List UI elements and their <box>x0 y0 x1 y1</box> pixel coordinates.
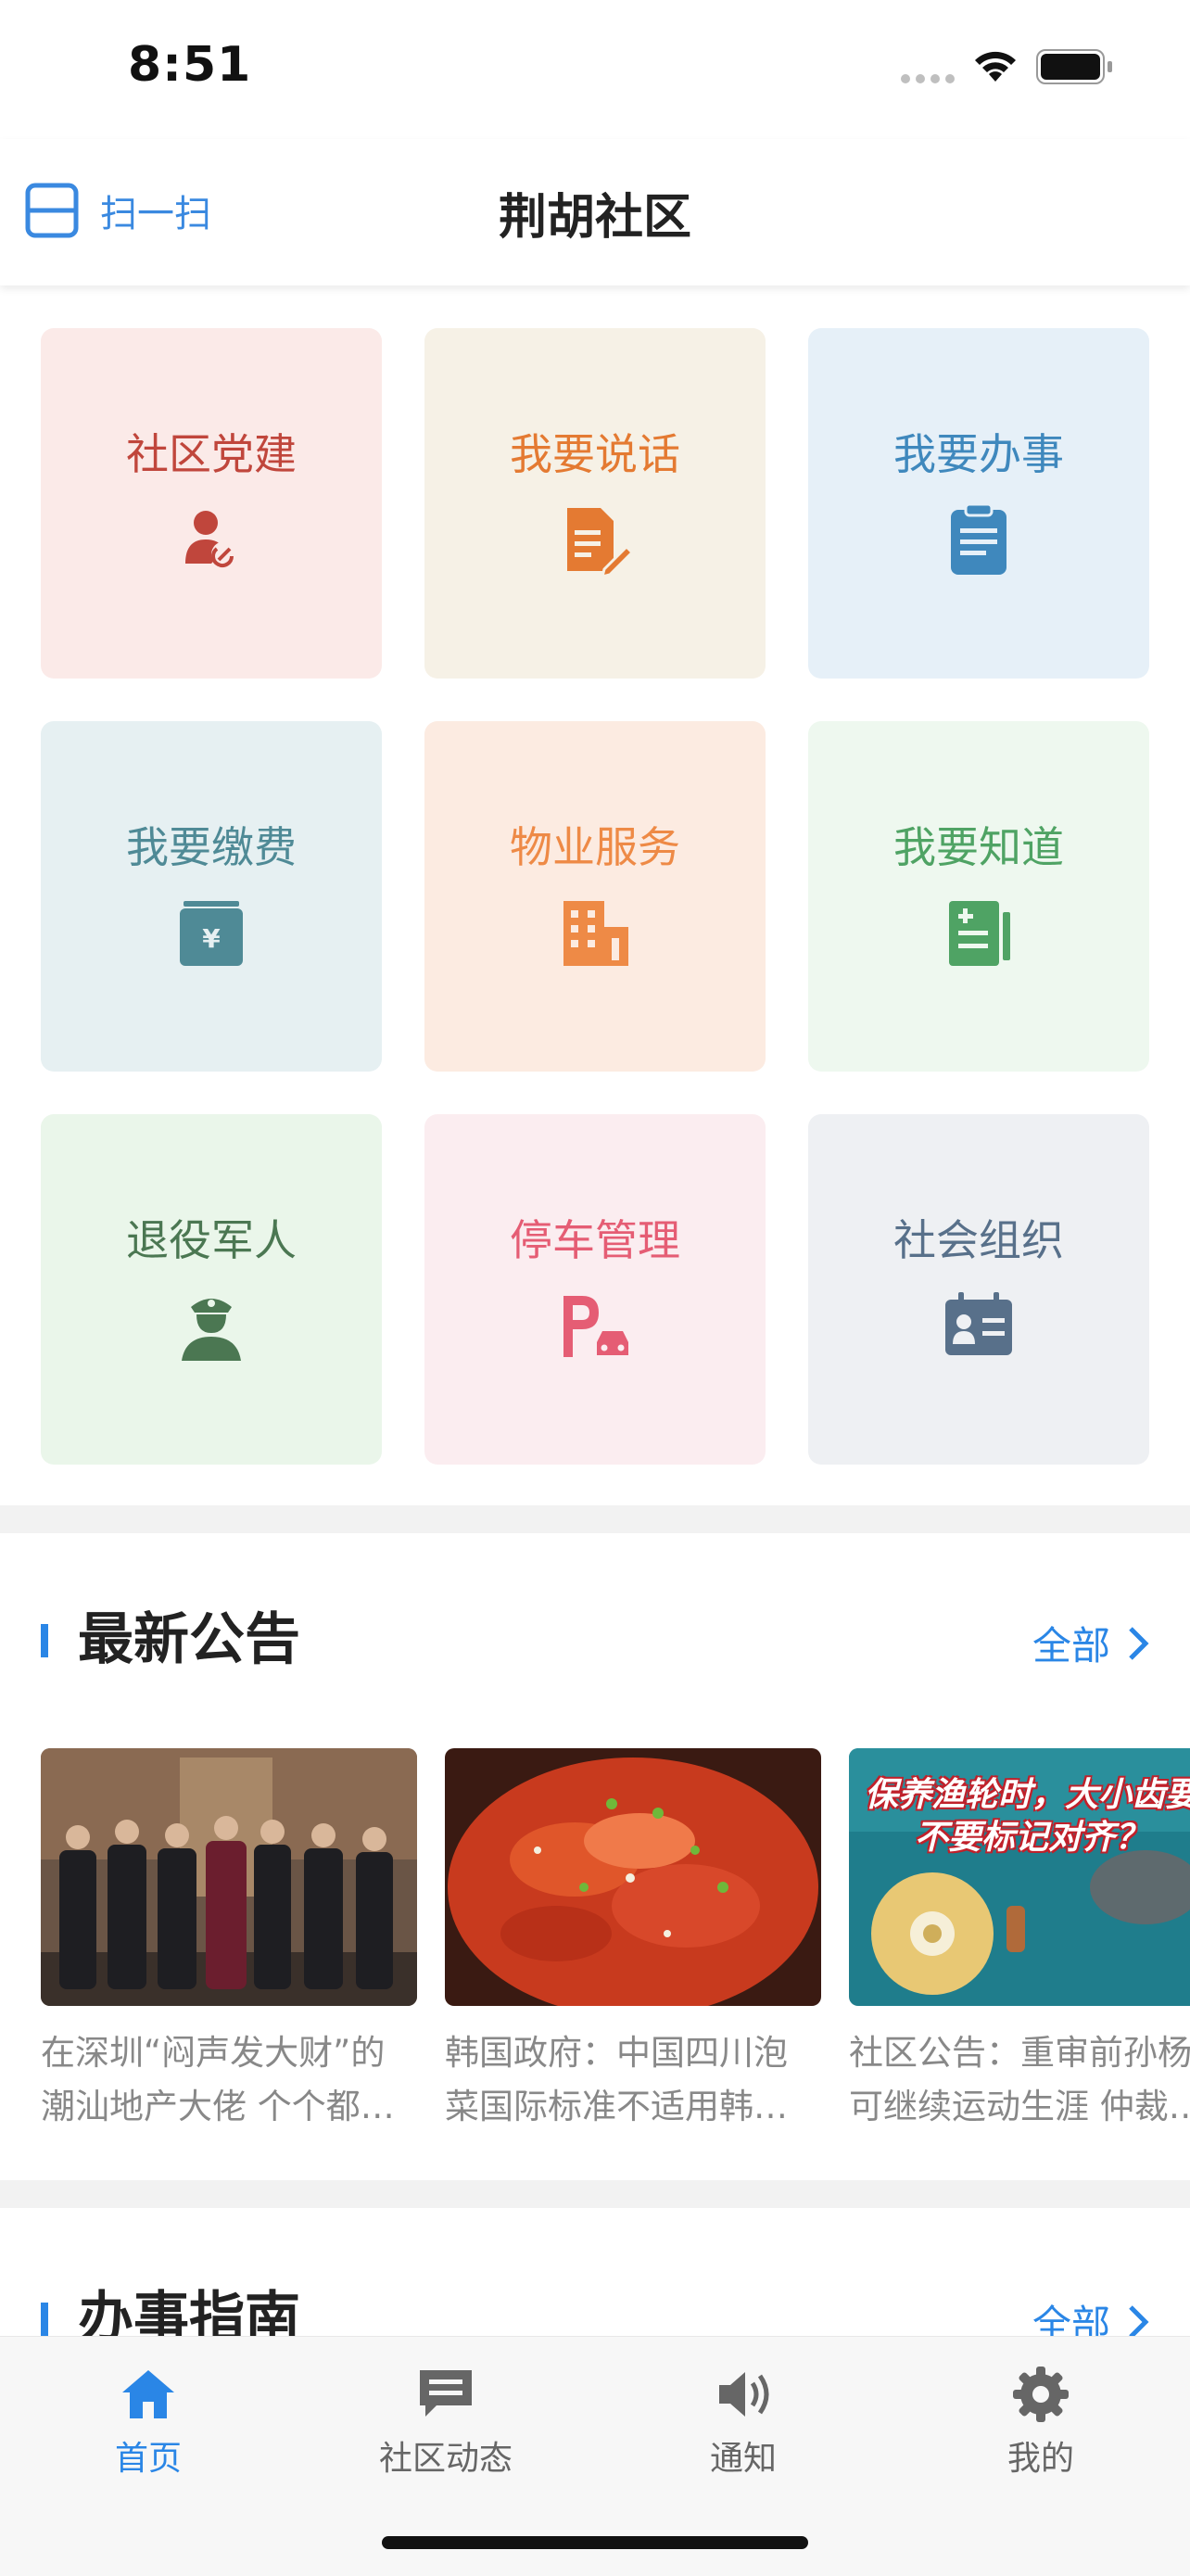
home-indicator <box>382 2536 808 2549</box>
tile-label: 我要说话 <box>510 429 680 479</box>
page-title: 荆胡社区 <box>498 190 691 246</box>
tile-speak[interactable]: 我要说话 <box>424 328 766 679</box>
announcements-header: 最新公告 全部 <box>41 1607 1149 1672</box>
tab-label: 通知 <box>709 2440 777 2478</box>
tab-notifications[interactable]: 通知 <box>651 2365 836 2480</box>
announcement-banner-text: 保养渔轮时，大小齿要不要标记对齐？ <box>864 1776 1190 1857</box>
parking-icon <box>563 1296 628 1357</box>
status-bar: 8:51 <box>0 0 1190 139</box>
payment-icon: ¥ <box>180 901 243 966</box>
tile-label: 退役军人 <box>126 1215 297 1265</box>
tile-community-party[interactable]: 社区党建 <box>41 328 382 679</box>
tab-label: 首页 <box>114 2440 182 2478</box>
announcement-photo <box>445 1748 821 2006</box>
announcement-carousel[interactable]: 在深圳“闷声发大财”的潮汕地产大佬 个个都… 韩国政府：中国四川泡菜国际标准不适… <box>41 1748 1190 2138</box>
section-divider <box>0 1505 1190 1533</box>
announcements-all-link[interactable]: 全部 <box>1032 1615 1149 1671</box>
cellular-signal-icon <box>901 74 955 83</box>
building-icon <box>563 901 628 966</box>
party-member-icon <box>185 511 237 567</box>
chevron-right-icon <box>1129 1626 1149 1660</box>
tab-label: 社区动态 <box>378 2440 513 2478</box>
announcement-card[interactable]: 韩国政府：中国四川泡菜国际标准不适用韩… <box>445 1748 821 2134</box>
tile-payment[interactable]: 我要缴费 ¥ <box>41 721 382 1072</box>
tile-label: 停车管理 <box>510 1215 680 1265</box>
top-nav-bar: 扫一扫 荆胡社区 <box>0 139 1190 286</box>
tile-label: 物业服务 <box>510 822 680 872</box>
document-edit-icon <box>567 508 632 577</box>
section-title: 最新公告 <box>78 1607 300 1672</box>
speaker-icon <box>719 2372 769 2417</box>
announcement-text: 韩国政府：中国四川泡菜国际标准不适用韩… <box>445 2033 788 2126</box>
tile-label: 我要缴费 <box>126 822 297 872</box>
section-divider <box>0 2180 1190 2208</box>
chevron-right-icon <box>1129 2304 1149 2339</box>
announcement-card[interactable]: 保养渔轮时，大小齿要不要标记对齐？ 社区公告：重审前孙杨可继续运动生涯 仲裁… <box>849 1748 1190 2134</box>
battery-icon <box>1036 49 1112 84</box>
tile-label: 我要办事 <box>893 429 1064 479</box>
announcement-text: 在深圳“闷声发大财”的潮汕地产大佬 个个都… <box>41 2033 395 2126</box>
service-grid: 社区党建 我要说话 我要办事 我要缴费 ¥ 物业服务 我要知道 退役军人 停车管… <box>41 328 1149 1465</box>
tile-property-service[interactable]: 物业服务 <box>424 721 766 1072</box>
home-icon <box>122 2370 174 2418</box>
section-accent-bar <box>41 2303 48 2336</box>
notebook-icon <box>949 901 1010 966</box>
tile-parking[interactable]: 停车管理 <box>424 1114 766 1465</box>
tile-label: 社区党建 <box>126 429 297 479</box>
tile-label: 社会组织 <box>893 1215 1064 1265</box>
tile-handle-affairs[interactable]: 我要办事 <box>808 328 1149 679</box>
tile-label: 我要知道 <box>893 822 1064 872</box>
announcement-photo <box>41 1748 417 2006</box>
all-label: 全部 <box>1032 1623 1110 1669</box>
clipboard-icon <box>951 502 1006 575</box>
tile-veterans[interactable]: 退役军人 <box>41 1114 382 1465</box>
wifi-icon <box>975 51 1016 82</box>
tab-home[interactable]: 首页 <box>56 2365 241 2480</box>
clock-time: 8:51 <box>128 37 252 93</box>
announcement-text: 社区公告：重审前孙杨可继续运动生涯 仲裁… <box>849 2033 1190 2126</box>
soldier-icon <box>182 1299 241 1361</box>
tab-community-news[interactable]: 社区动态 <box>353 2365 538 2480</box>
id-card-icon <box>945 1292 1012 1355</box>
tile-social-organization[interactable]: 社会组织 <box>808 1114 1149 1465</box>
tab-mine[interactable]: 我的 <box>948 2365 1133 2480</box>
tile-want-to-know[interactable]: 我要知道 <box>808 721 1149 1072</box>
announcement-card[interactable]: 在深圳“闷声发大财”的潮汕地产大佬 个个都… <box>41 1748 417 2134</box>
tab-label: 我的 <box>1006 2440 1074 2478</box>
announcement-photo: 保养渔轮时，大小齿要不要标记对齐？ <box>849 1748 1190 2006</box>
gear-icon <box>1013 2367 1069 2422</box>
svg-text:¥: ¥ <box>202 923 221 954</box>
chat-icon <box>420 2370 472 2417</box>
section-accent-bar <box>41 1624 48 1657</box>
